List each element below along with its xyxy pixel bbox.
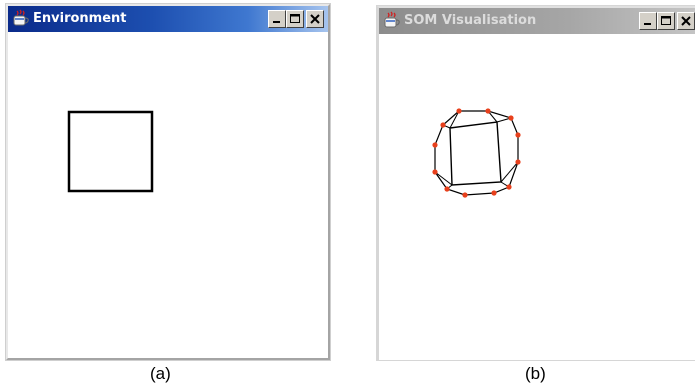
som-node [506, 184, 512, 190]
java-coffee-cup-icon[interactable] [12, 9, 30, 27]
som-node [432, 169, 438, 175]
som-node [515, 159, 521, 165]
som-node [440, 122, 446, 128]
som-node-ring [434, 110, 519, 196]
environment-square [67, 110, 154, 193]
som-node [508, 115, 514, 121]
som-node [456, 108, 462, 114]
som-node [491, 190, 497, 196]
close-icon [310, 14, 320, 24]
som-node [485, 108, 491, 114]
environment-window: Environment [5, 3, 331, 361]
minimize-icon [273, 21, 280, 23]
minimize-button[interactable] [639, 12, 657, 30]
caption-a: (a) [150, 364, 171, 383]
maximize-button[interactable] [286, 10, 304, 28]
maximize-icon [661, 16, 671, 25]
maximize-button[interactable] [657, 12, 675, 30]
som-inner-square [449, 121, 502, 186]
close-button[interactable] [677, 12, 695, 30]
caption-b: (b) [525, 364, 546, 383]
som-node [515, 132, 521, 138]
minimize-button[interactable] [268, 10, 286, 28]
java-coffee-cup-icon[interactable] [383, 11, 401, 29]
som-nodes [432, 108, 521, 198]
title-bar[interactable]: Environment [8, 6, 328, 32]
som-canvas [379, 34, 695, 360]
som-node [432, 142, 438, 148]
environment-canvas [8, 32, 328, 358]
title-bar[interactable]: SOM Visualisation [379, 8, 695, 34]
window-title: SOM Visualisation [404, 13, 537, 28]
close-icon [681, 16, 691, 26]
som-connections [434, 110, 519, 190]
minimize-icon [644, 23, 651, 25]
window-controls [268, 10, 324, 28]
som-node [462, 192, 468, 198]
som-node [444, 186, 450, 192]
som-visualisation-window: SOM Visualisation [376, 5, 695, 361]
maximize-icon [290, 14, 300, 23]
window-title: Environment [33, 11, 127, 26]
window-controls [639, 12, 695, 30]
close-button[interactable] [306, 10, 324, 28]
